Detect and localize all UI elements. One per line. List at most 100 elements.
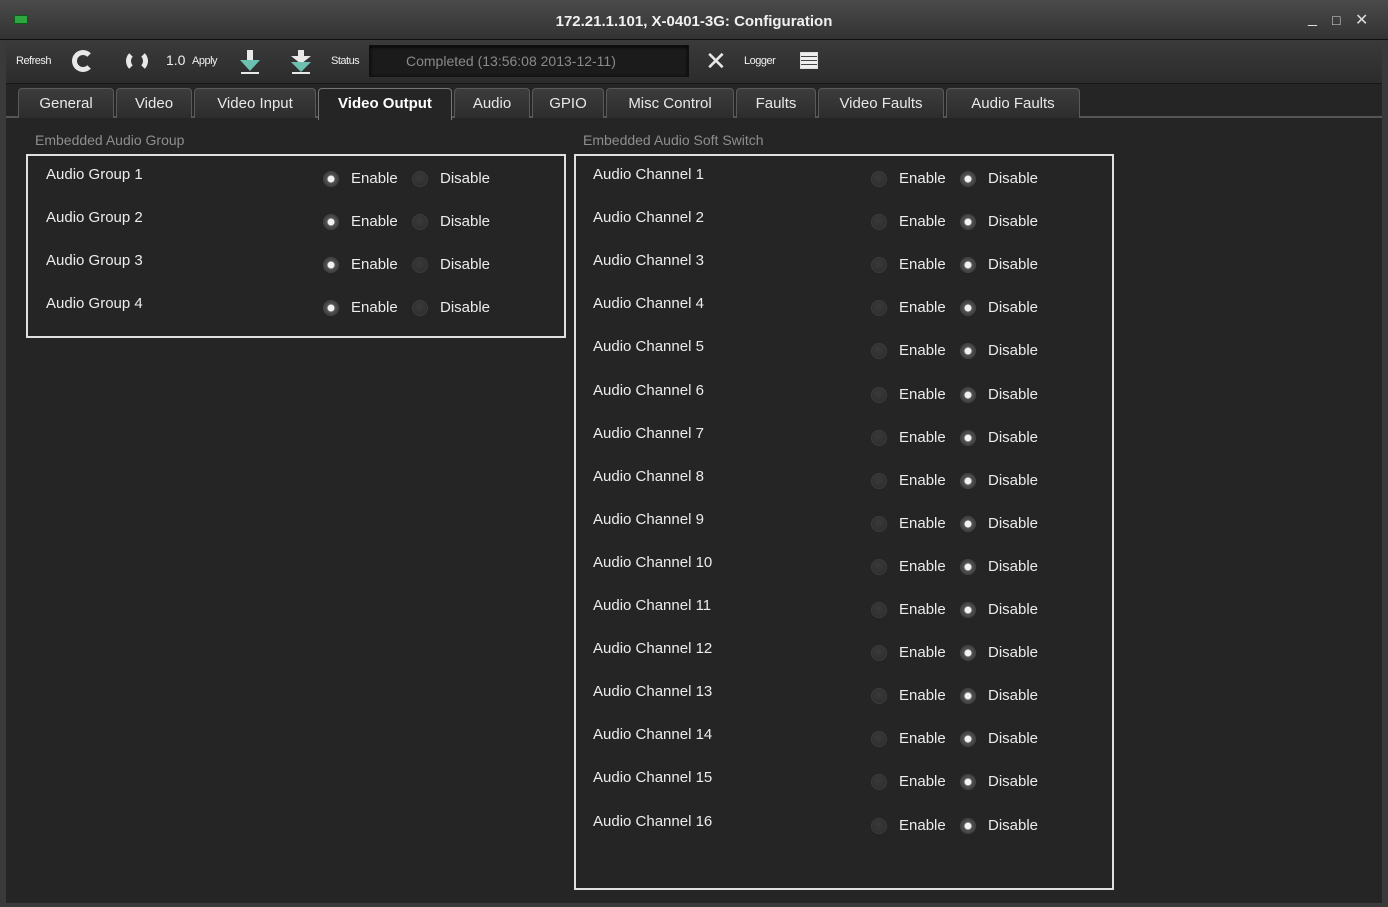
disable-radio[interactable] xyxy=(960,602,976,618)
disable-radio-label[interactable]: Disable xyxy=(988,170,1038,187)
tab-audio[interactable]: Audio xyxy=(454,88,530,118)
disable-radio[interactable] xyxy=(960,817,976,834)
disable-radio-label[interactable]: Disable xyxy=(988,213,1038,230)
disable-radio[interactable] xyxy=(960,515,976,532)
audio-group-row-label: Audio Group 4 xyxy=(46,295,143,312)
tab-video-faults[interactable]: Video Faults xyxy=(818,88,944,118)
disable-radio[interactable] xyxy=(412,257,428,273)
enable-radio-label[interactable]: Enable xyxy=(351,170,398,187)
close-button[interactable]: ✕ xyxy=(1355,10,1368,30)
enable-radio[interactable] xyxy=(323,171,339,187)
tab-faults[interactable]: Faults xyxy=(736,88,816,118)
enable-radio-label[interactable]: Enable xyxy=(351,213,398,230)
disable-radio-label[interactable]: Disable xyxy=(988,773,1038,790)
enable-radio[interactable] xyxy=(323,214,339,230)
audio-group-row-label: Audio Group 1 xyxy=(46,166,143,183)
disable-radio-label[interactable]: Disable xyxy=(988,601,1038,618)
enable-radio[interactable] xyxy=(871,386,887,403)
disable-radio[interactable] xyxy=(960,429,976,446)
disable-radio-label[interactable]: Disable xyxy=(988,730,1038,747)
tab-gpio[interactable]: GPIO xyxy=(532,88,604,118)
enable-radio-label[interactable]: Enable xyxy=(351,256,398,273)
disable-radio-label[interactable]: Disable xyxy=(988,472,1038,489)
disable-radio-label[interactable]: Disable xyxy=(440,299,490,316)
sync-icon[interactable] xyxy=(126,50,148,72)
enable-radio[interactable] xyxy=(871,558,887,575)
enable-radio-label[interactable]: Enable xyxy=(351,299,398,316)
disable-radio[interactable] xyxy=(960,558,976,575)
enable-radio-label[interactable]: Enable xyxy=(899,817,946,834)
tab-general[interactable]: General xyxy=(18,88,114,118)
disable-radio-label[interactable]: Disable xyxy=(988,386,1038,403)
clear-x-icon[interactable]: ✕ xyxy=(705,46,727,77)
tab-audio-faults[interactable]: Audio Faults xyxy=(946,88,1080,118)
enable-radio-label[interactable]: Enable xyxy=(899,644,946,661)
enable-radio-label[interactable]: Enable xyxy=(899,558,946,575)
tab-video-output[interactable]: Video Output xyxy=(318,88,452,120)
maximize-button[interactable]: □ xyxy=(1332,12,1340,28)
disable-radio-label[interactable]: Disable xyxy=(440,170,490,187)
enable-radio-label[interactable]: Enable xyxy=(899,601,946,618)
apply-button[interactable]: Apply xyxy=(192,55,218,67)
download-all-icon[interactable] xyxy=(289,49,313,75)
enable-radio-label[interactable]: Enable xyxy=(899,515,946,532)
disable-radio[interactable] xyxy=(412,171,428,187)
tab-video-input[interactable]: Video Input xyxy=(194,88,316,118)
audio-channel-row-label: Audio Channel 14 xyxy=(593,726,713,744)
tab-video[interactable]: Video xyxy=(116,88,192,118)
enable-radio-label[interactable]: Enable xyxy=(899,170,946,187)
refresh-label: Refresh xyxy=(16,55,52,67)
disable-radio-label[interactable]: Disable xyxy=(988,515,1038,532)
enable-radio[interactable] xyxy=(871,817,887,834)
status-label: Status xyxy=(331,55,360,67)
disable-radio[interactable] xyxy=(960,171,976,187)
enable-radio-label[interactable]: Enable xyxy=(899,386,946,403)
title-bar[interactable]: 172.21.1.101, X-0401-3G: Configuration _… xyxy=(0,0,1388,40)
enable-radio-label[interactable]: Enable xyxy=(899,256,946,273)
enable-radio[interactable] xyxy=(871,472,887,489)
disable-radio-label[interactable]: Disable xyxy=(988,299,1038,316)
audio-channel-row-label: Audio Channel 3 xyxy=(593,252,704,270)
enable-radio-label[interactable]: Enable xyxy=(899,773,946,790)
enable-radio-label[interactable]: Enable xyxy=(899,213,946,230)
disable-radio-label[interactable]: Disable xyxy=(988,558,1038,575)
audio-group-row-label: Audio Group 3 xyxy=(46,252,143,269)
enable-radio[interactable] xyxy=(323,257,339,273)
refresh-icon[interactable] xyxy=(72,50,94,72)
enable-radio[interactable] xyxy=(871,214,887,231)
enable-radio-label[interactable]: Enable xyxy=(899,429,946,446)
enable-radio[interactable] xyxy=(871,645,887,662)
tab-misc-control[interactable]: Misc Control xyxy=(606,88,734,118)
audio-group-row-label: Audio Group 2 xyxy=(46,209,143,226)
enable-radio-label[interactable]: Enable xyxy=(899,299,946,316)
disable-radio[interactable] xyxy=(960,645,976,662)
disable-radio-label[interactable]: Disable xyxy=(988,429,1038,446)
disable-radio-label[interactable]: Disable xyxy=(988,687,1038,704)
enable-radio-label[interactable]: Enable xyxy=(899,472,946,489)
disable-radio-label[interactable]: Disable xyxy=(988,342,1038,359)
disable-radio[interactable] xyxy=(412,214,428,230)
disable-radio-label[interactable]: Disable xyxy=(988,817,1038,834)
disable-radio[interactable] xyxy=(960,214,976,231)
enable-radio-label[interactable]: Enable xyxy=(899,687,946,704)
enable-radio[interactable] xyxy=(871,429,887,446)
enable-radio[interactable] xyxy=(871,515,887,532)
minimize-button[interactable]: _ xyxy=(1308,10,1317,28)
logger-icon[interactable] xyxy=(800,52,818,69)
enable-radio-label[interactable]: Enable xyxy=(899,342,946,359)
enable-radio[interactable] xyxy=(323,300,339,316)
disable-radio[interactable] xyxy=(412,300,428,316)
disable-radio-label[interactable]: Disable xyxy=(440,256,490,273)
disable-radio-label[interactable]: Disable xyxy=(988,256,1038,273)
disable-radio[interactable] xyxy=(960,472,976,489)
audio-channel-row-label: Audio Channel 2 xyxy=(593,209,704,227)
disable-radio[interactable] xyxy=(960,386,976,403)
download-icon[interactable] xyxy=(238,49,262,75)
audio-channel-row-label: Audio Channel 15 xyxy=(593,769,713,787)
disable-radio-label[interactable]: Disable xyxy=(440,213,490,230)
enable-radio[interactable] xyxy=(871,171,887,187)
status-value: Completed (13:56:08 2013-12-11) xyxy=(406,53,616,69)
enable-radio-label[interactable]: Enable xyxy=(899,730,946,747)
enable-radio[interactable] xyxy=(871,602,887,618)
disable-radio-label[interactable]: Disable xyxy=(988,644,1038,661)
